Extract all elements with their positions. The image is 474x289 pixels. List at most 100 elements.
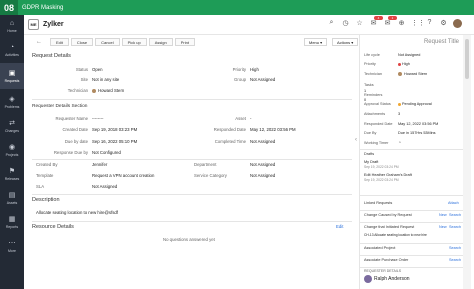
pick-up-button[interactable]: Pick up [121,38,147,46]
edit-button[interactable]: Edit [50,38,69,46]
status-value[interactable]: Open [92,67,103,72]
asset-label: Asset [235,116,246,121]
avatar[interactable] [453,19,462,28]
right-priority-label: Priority [364,62,376,66]
change-item[interactable]: CH-13 Allocate seating location to new h… [364,233,427,237]
draft-item[interactable]: My Draft [364,160,378,164]
department-value[interactable]: Not Assigned [250,162,275,167]
divider [360,267,464,268]
right-technician-value[interactable]: Howard Stern [398,72,427,76]
divider [360,243,464,244]
responded-date-value: May 12, 2022 03:56 PM [250,127,296,132]
nav-home[interactable]: ⌂ Home [0,15,24,37]
changes-icon: ⇄ [9,119,15,127]
divider [360,222,464,223]
nav-releases[interactable]: ⚑ Releases [0,163,24,185]
scrollbar-thumb[interactable] [465,39,469,79]
org-name[interactable]: Zylker [43,21,64,28]
actions-dropdown[interactable]: Actions ▾ [332,38,359,46]
apps-icon[interactable]: ⋮⋮ [411,19,425,28]
top-banner: 08 GDPR Masking [0,0,474,15]
help-icon[interactable]: ? [425,19,434,28]
completed-time-value: Not Assigned [250,139,276,144]
asset-value[interactable]: - [250,116,251,121]
more-icon: ⋯ [8,239,16,247]
search-link[interactable]: Search [449,213,461,217]
nav-problems[interactable]: ◈ Problems [0,91,24,113]
nav-requests[interactable]: ▣ Requests [0,63,24,89]
life-cycle-value[interactable]: Not Assigned [398,53,420,57]
nav-reports[interactable]: ▦ Reports [0,211,24,233]
back-arrow-icon[interactable]: ← [36,39,42,45]
template-value[interactable]: Request a VPN account creation [92,173,154,178]
approval-status-value[interactable]: Pending Approval [398,102,432,106]
nav-activities[interactable]: ◔ Activities [0,39,24,61]
search-link[interactable]: Search [449,246,461,250]
clock-icon[interactable]: ◷ [341,19,350,28]
response-due-label: Response Due by [53,150,88,155]
projects-icon: ◉ [8,143,16,151]
search-icon[interactable]: ⌕ [327,19,336,28]
app-header: ME Zylker ⌕ ◷ ☆ ✉ 4 ✉ 1 ⊕ ⋮⋮ ? ⚙ [24,15,474,35]
add-icon[interactable]: ⊕ [397,19,406,28]
requester-details-title: REQUESTER DETAILS [364,269,402,273]
nav-more[interactable]: ⋯ More [0,235,24,257]
menu-dropdown[interactable]: Menu ▾ [304,38,328,46]
notification-icon[interactable]: ✉ 4 [369,16,383,28]
group-label: Group [234,77,246,82]
due-by-value[interactable]: Sep 16, 2022 05:10 PM [92,139,137,144]
banner-title: GDPR Masking [22,4,64,11]
timer-icon[interactable]: ◔ [398,140,401,146]
attachments-label: Attachments [364,112,386,116]
new-link[interactable]: New [439,225,447,229]
right-due-value: Due in 157Hrs 53Mins [398,131,436,135]
star-icon[interactable]: ☆ [355,19,364,28]
home-icon: ⌂ [9,19,15,27]
technician-avatar [92,88,96,93]
priority-label: Priority [232,67,246,72]
search-link[interactable]: Search [449,225,461,229]
attach-link[interactable]: Attach [448,201,459,205]
settings-icon[interactable]: ⚙ [439,19,448,28]
left-nav: ⌂ Home ◔ Activities ▣ Requests ◈ Problems ⇄ C… [0,15,24,289]
requester-section-title: Requester Details Section [32,104,88,109]
draft-item[interactable]: Edit Heather Graham's Draft [364,173,412,177]
drafts-title: Drafts [364,152,375,156]
right-priority-value[interactable]: High [398,62,410,66]
sla-label: SLA [36,184,45,189]
service-category-value[interactable]: Not Assigned [250,173,275,178]
alert-icon[interactable]: ✉ 1 [383,16,397,28]
requester-name-label: Requester Name [55,116,88,121]
approval-dot [398,102,401,106]
responded-date-label: Responded Date [213,127,246,132]
requester-name[interactable]: Ralph Anderson [374,276,410,282]
life-cycle-label: Life cycle [364,53,380,57]
new-link[interactable]: New [439,213,447,217]
working-timer-label: Working Timer [364,141,389,145]
nav-projects[interactable]: ◉ Projects [0,139,24,161]
nav-assets[interactable]: ▤ Assets [0,187,24,209]
releases-icon: ⚑ [8,167,16,175]
assign-button[interactable]: Assign [148,38,173,46]
print-button[interactable]: Print [174,38,195,46]
request-main-panel: Request Details Status Open Priority Hig… [24,49,354,289]
search-link[interactable]: Search [449,258,461,262]
technician-value[interactable]: Howard Stern [92,88,124,93]
scrollbar[interactable] [463,35,471,289]
close-button[interactable]: Close [70,38,94,46]
site-value[interactable]: Not in any site [92,77,119,82]
attachments-value[interactable]: 3 [398,112,400,116]
clock-icon: ◔ [9,43,15,51]
group-value[interactable]: Not Assigned [250,77,275,82]
purchase-order-title: Associate Purchase Order [364,258,409,262]
sla-value[interactable]: Not Assigned [92,184,117,189]
priority-value[interactable]: High [250,67,259,72]
site-label: Site [80,77,88,82]
resource-edit-link[interactable]: Edit [336,224,343,229]
chevron-left-icon[interactable]: ‹ [355,137,357,143]
created-by-value: Jennifer [92,162,108,167]
requester-name-value[interactable]: -------- [92,116,103,121]
nav-changes[interactable]: ⇄ Changes [0,115,24,137]
cancel-button[interactable]: Cancel [95,38,120,46]
associated-project-title: Associated Project [364,246,396,250]
